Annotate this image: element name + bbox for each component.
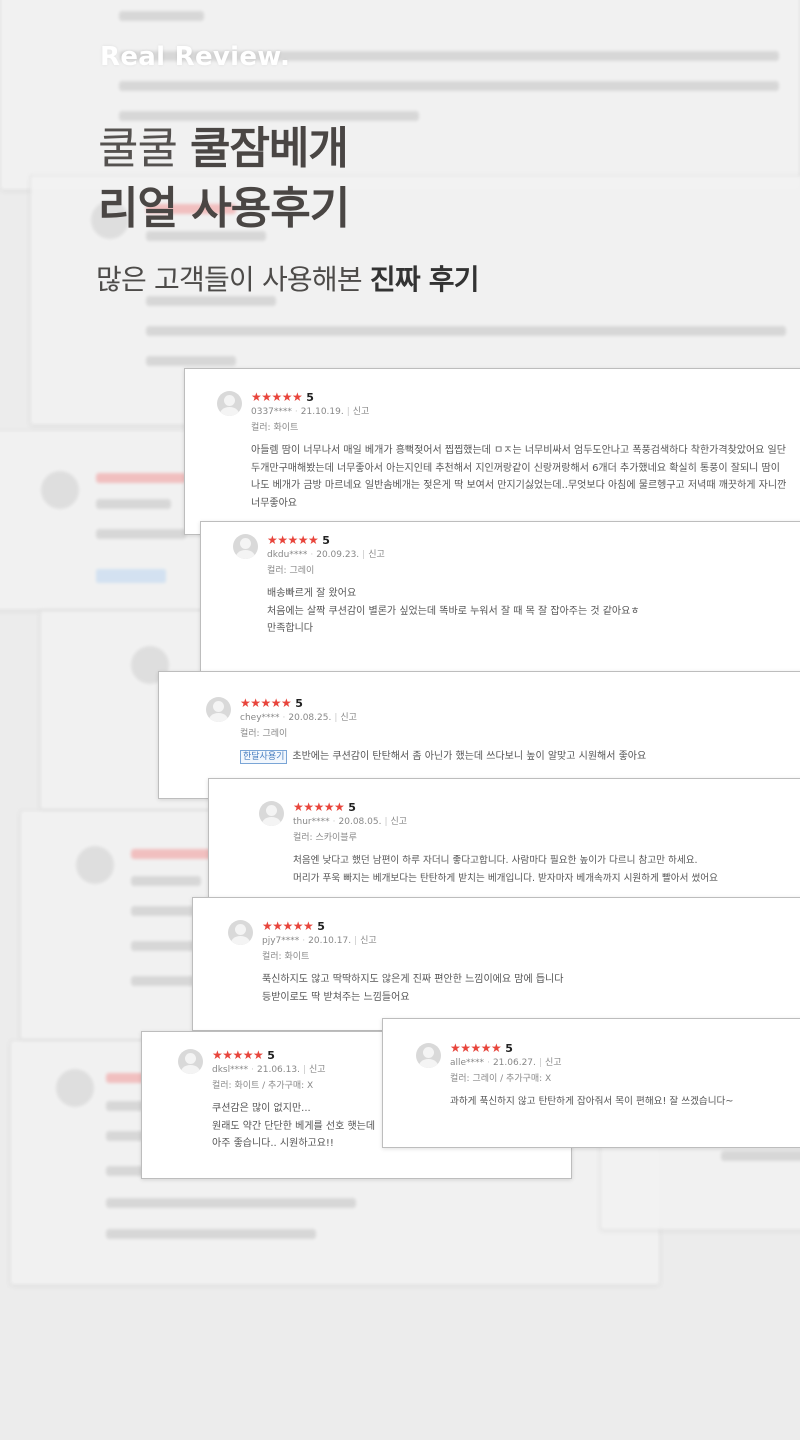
review-meta: dkdu**** · 20.09.23. | 신고 [267,550,385,560]
bg-review-card [600,1140,800,1230]
hero-header: Real Review. 쿨쿨 쿨잠베개 리얼 사용후기 많은 고객들이 사용해… [0,0,800,320]
product-option: 컬러: 스카이블루 [293,833,357,843]
title-light: 쿨쿨 [98,123,178,174]
review-date: 21.06.27. [492,1058,536,1068]
review-meta: thur**** · 20.08.05. | 신고 [293,817,408,827]
reviewer-id: pjy7**** [262,936,300,946]
star-rating-icon: ★★★★★ [293,800,345,814]
review-date: 20.08.25. [288,713,332,723]
product-option: 컬러: 화이트 [262,952,310,962]
rating-score: 5 [505,1041,513,1055]
review-line: 처음엔 낮다고 했던 남편이 하루 자더니 좋다고합니다. 사람마다 필요한 높… [293,855,698,866]
page-title-line-1: 쿨쿨 쿨잠베개 [98,112,349,176]
review-date: 21.06.13. [257,1065,300,1075]
review-meta: pjy7**** · 20.10.17. | 신고 [262,936,377,946]
reviewer-id: thur**** [293,817,330,827]
review-line: 아들렘 땀이 너무나서 매일 베개가 흥뻑젖어서 찝찝했는데 ㅁㅈ는 너무비싸서… [251,445,787,509]
star-rating-icon: ★★★★★ [251,390,303,404]
review-line: 배송빠르게 잘 왔어요 [267,588,357,599]
review-date: 20.09.23. [316,550,360,560]
subtitle-bold: 진짜 후기 [369,263,480,296]
report-link[interactable]: 신고 [309,1065,326,1075]
report-link[interactable]: 신고 [545,1058,562,1068]
subtitle-light: 많은 고객들이 사용해본 [96,263,363,296]
product-option: 컬러: 그레이 [240,729,288,739]
user-avatar-icon [178,1049,203,1074]
review-card: ★★★★★ 5 dkdu**** · 20.09.23. | 신고 컬러: 그레이 배송… [200,521,800,674]
reviewer-id: dkdu**** [267,550,308,560]
reviewer-id: dksl**** [212,1065,249,1075]
reviewer-id: 0337**** [251,407,292,417]
review-line-text: 초반에는 쿠션감이 탄탄해서 좀 아닌가 했는데 쓰다보니 높이 알맞고 시원해… [292,751,647,762]
star-rating-icon: ★★★★★ [262,919,314,933]
star-rating-icon: ★★★★★ [267,533,319,547]
user-avatar-icon [416,1043,441,1068]
review-card: ★★★★★ 5 0337**** · 21.10.19. | 신고 컬러: 화이트 아들… [184,368,800,535]
rating: ★★★★★ 5 [262,919,782,933]
product-option: 컬러: 그레이 / 추가구매: X [450,1074,552,1084]
review-date: 20.10.17. [308,936,352,946]
review-meta: chey**** · 20.08.25. | 신고 [240,713,357,723]
star-rating-icon: ★★★★★ [212,1048,264,1062]
rating-score: 5 [322,533,330,547]
brand-label: Real Review. [100,42,291,72]
review-line: 한달사용기 초반에는 쿠션감이 탄탄해서 좀 아닌가 했는데 쓰다보니 높이 알맞… [240,748,790,766]
review-text: 푹신하지도 않고 딱딱하지도 않은게 진짜 편안한 느낌이에요 맘에 듭니다 등… [262,971,782,1006]
review-card: ★★★★★ 5 thur**** · 20.08.05. | 신고 컬러: 스카이블루 … [208,778,800,903]
review-line: 만족합니다 [267,623,313,634]
review-text: 처음엔 낮다고 했던 남편이 하루 자더니 좋다고합니다. 사람마다 필요한 높… [293,852,800,887]
star-rating-icon: ★★★★★ [240,696,292,710]
report-link[interactable]: 신고 [391,817,408,827]
report-link[interactable]: 신고 [360,936,377,946]
review-card: ★★★★★ 5 alle**** · 21.06.27. | 신고 컬러: 그레이 / … [382,1018,800,1148]
review-line: 등받이로도 딱 받쳐주는 느낌들어요 [262,991,410,1003]
page-title-line-2: 리얼 사용후기 [98,183,350,234]
rating-score: 5 [267,1048,275,1062]
bg-review-card [20,810,221,1040]
review-text: 배송빠르게 잘 왔어요 처음에는 살짝 쿠션감이 별론가 싶었는데 똑바로 누워… [267,585,787,638]
review-card: ★★★★★ 5 pjy7**** · 20.10.17. | 신고 컬러: 화이트 푹신… [192,897,800,1031]
reviewer-id: alle**** [450,1058,485,1068]
report-link[interactable]: 신고 [340,713,357,723]
review-text: 한달사용기 초반에는 쿠션감이 탄탄해서 좀 아닌가 했는데 쓰다보니 높이 알맞… [240,748,790,766]
rating-score: 5 [295,696,303,710]
user-avatar-icon [233,534,258,559]
rating: ★★★★★ 5 [240,696,790,710]
user-avatar-icon [206,697,231,722]
review-meta: 0337**** · 21.10.19. | 신고 [251,407,370,417]
review-text: 과하게 푹신하지 않고 탄탄하게 잡아줘서 목이 편해요! 잘 쓰겠습니다~ [450,1093,800,1111]
review-text: 아들렘 땀이 너무나서 매일 베개가 흥뻑젖어서 찝찝했는데 ㅁㅈ는 너무비싸서… [251,442,791,512]
rating: ★★★★★ 5 [293,800,800,814]
user-avatar-icon [228,920,253,945]
reviewer-id: chey**** [240,713,280,723]
review-meta: alle**** · 21.06.27. | 신고 [450,1058,562,1068]
report-link[interactable]: 신고 [368,550,385,560]
product-option: 컬러: 화이트 [251,423,299,433]
user-avatar-icon [217,391,242,416]
rating: ★★★★★ 5 [450,1041,800,1055]
rating-score: 5 [317,919,325,933]
review-line: 처음에는 살짝 쿠션감이 별론가 싶었는데 똑바로 누워서 잘 때 목 잘 잡아… [267,605,640,617]
rating: ★★★★★ 5 [267,533,787,547]
review-line: 머리가 푸욱 빠지는 베개보다는 탄탄하게 받치는 베개입니다. 받자마자 베개… [293,872,718,884]
title-bold: 쿨잠베개 [189,123,349,174]
review-date: 20.08.05. [338,817,382,827]
product-option: 컬러: 그레이 [267,566,315,576]
month-use-badge: 한달사용기 [240,750,288,764]
review-line: 과하게 푹신하지 않고 탄탄하게 잡아줘서 목이 편해요! 잘 쓰겠습니다~ [450,1096,734,1107]
page-subtitle: 많은 고객들이 사용해본 진짜 후기 [96,258,480,298]
rating-score: 5 [306,390,314,404]
rating-score: 5 [348,800,356,814]
review-date: 21.10.19. [300,407,344,417]
report-link[interactable]: 신고 [353,407,370,417]
rating: ★★★★★ 5 [251,390,791,404]
star-rating-icon: ★★★★★ [450,1041,502,1055]
review-line: 푹신하지도 않고 딱딱하지도 않은게 진짜 편안한 느낌이에요 맘에 듭니다 [262,974,564,985]
user-avatar-icon [259,801,284,826]
